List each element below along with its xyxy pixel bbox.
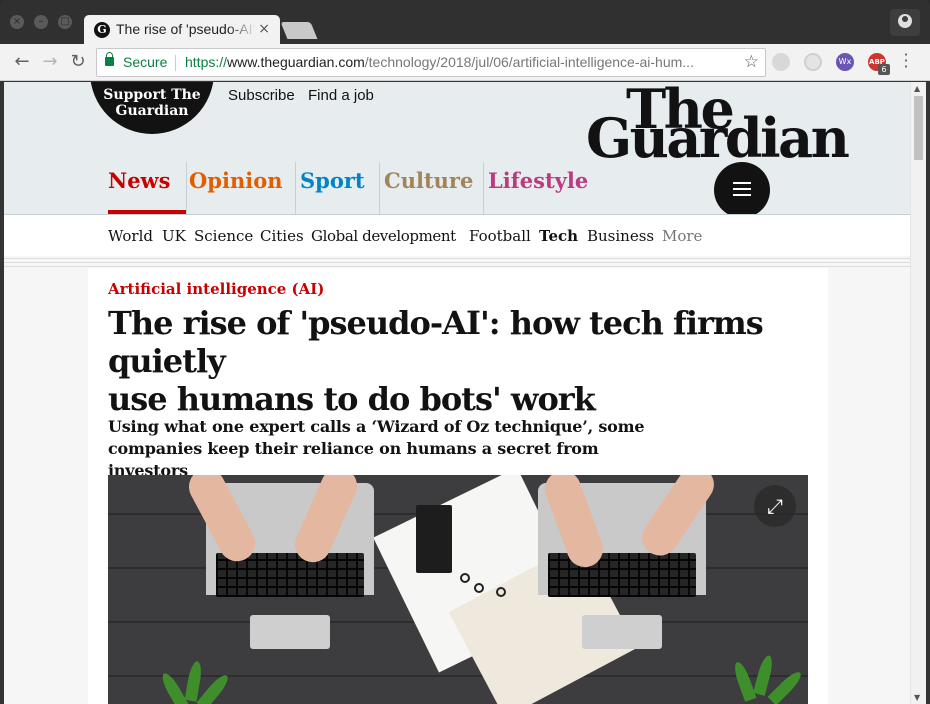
pillar-opinion-label: Opinion — [189, 168, 283, 193]
subnav-uk[interactable]: UK — [162, 227, 186, 245]
pillar-divider — [379, 162, 380, 214]
find-job-link[interactable]: Find a job — [308, 87, 374, 104]
plant-leaf — [767, 668, 805, 704]
pillar-news-label: News — [108, 168, 171, 193]
pillar-news[interactable]: News — [108, 168, 186, 214]
page-scrollbar[interactable]: ▲ ▼ — [910, 82, 926, 704]
laptop-trackpad — [582, 615, 662, 649]
laptop-trackpad — [250, 615, 330, 649]
subnav-global-development[interactable]: Global development — [311, 227, 456, 245]
desk-plank — [108, 675, 808, 677]
header-rule — [4, 266, 910, 267]
article-headline: The rise of 'pseudo-AI': how tech firms … — [108, 304, 818, 418]
support-link[interactable]: Support The Guardian — [90, 87, 214, 119]
url-text[interactable]: https://www.theguardian.com/technology/2… — [185, 54, 737, 70]
header-rule — [4, 258, 910, 259]
standfirst-line-1: Using what one expert calls a ‘Wizard of… — [108, 417, 645, 436]
subnav-world[interactable]: World — [108, 227, 153, 245]
page-viewport: Support The Guardian Subscribe Find a jo… — [4, 82, 910, 704]
hamburger-icon-bar — [733, 188, 751, 190]
subnav-business[interactable]: Business — [587, 227, 654, 245]
pillar-lifestyle-label: Lifestyle — [488, 168, 589, 193]
header-rule — [4, 262, 910, 263]
guardian-header: Support The Guardian Subscribe Find a jo… — [4, 82, 910, 218]
support-line-1: Support The — [103, 87, 201, 103]
article-standfirst: Using what one expert calls a ‘Wizard of… — [108, 416, 668, 482]
window-right-edge — [926, 82, 930, 704]
logo-line-2: Guardian — [586, 106, 850, 170]
subnav-cities[interactable]: Cities — [260, 227, 304, 245]
notebook — [416, 505, 452, 573]
main-menu-button[interactable] — [714, 162, 770, 218]
guardian-favicon-icon: G — [94, 22, 110, 38]
extension-wx-icon[interactable]: Wx — [836, 53, 854, 71]
support-line-2: Guardian — [115, 103, 189, 119]
adblock-count-badge: 6 — [878, 64, 890, 75]
lock-icon — [105, 52, 114, 66]
forward-button[interactable]: → — [38, 50, 62, 74]
expand-icon[interactable]: ⤢ — [754, 485, 796, 527]
binder-clip — [496, 587, 506, 597]
browser-toolbar: ← → ↻ Secure https://www.theguardian.com… — [0, 44, 930, 81]
security-label: Secure — [123, 54, 168, 70]
user-icon — [898, 14, 912, 28]
window-minimize-button[interactable]: – — [34, 15, 48, 29]
scroll-down-arrow-icon[interactable]: ▼ — [914, 693, 920, 702]
browser-window: × – □ G The rise of 'pseudo-AI': how tec… — [0, 0, 930, 704]
profile-button[interactable] — [890, 9, 920, 36]
headline-line-1: The rise of 'pseudo-AI': how tech firms … — [108, 304, 764, 380]
sub-navigation: World UK Science Cities Global developme… — [4, 214, 910, 256]
reload-button[interactable]: ↻ — [66, 50, 90, 74]
hamburger-icon-bar — [733, 182, 751, 184]
pillar-divider — [483, 162, 484, 214]
url-path: /technology/2018/jul/06/artificial-intel… — [364, 54, 694, 70]
extension-leaf-icon[interactable] — [772, 53, 790, 71]
extension-circle-icon[interactable] — [804, 53, 822, 71]
subnav-science[interactable]: Science — [194, 227, 253, 245]
hamburger-icon-bar — [733, 194, 751, 196]
hero-image: ⤢ — [108, 475, 808, 704]
binder-clip — [460, 573, 470, 583]
bookmark-star-icon[interactable]: ☆ — [744, 52, 759, 72]
window-maximize-button[interactable]: □ — [58, 15, 72, 29]
browser-menu-icon[interactable]: · · · — [902, 47, 910, 75]
tab-close-icon[interactable]: × — [258, 21, 270, 37]
title-bar: × – □ G The rise of 'pseudo-AI': how tec… — [0, 0, 930, 45]
tab-active[interactable]: G The rise of 'pseudo-AI': how tech firm… — [84, 15, 280, 45]
pillar-sport-label: Sport — [300, 168, 365, 193]
section-kicker[interactable]: Artificial intelligence (AI) — [108, 280, 324, 298]
subnav-tech[interactable]: Tech — [539, 227, 578, 245]
omnibox-divider — [175, 55, 176, 71]
subnav-more[interactable]: More — [662, 227, 702, 245]
article: Artificial intelligence (AI) The rise of… — [88, 268, 828, 704]
plant-leaf — [731, 660, 757, 702]
window-close-button[interactable]: × — [10, 15, 24, 29]
back-button[interactable]: ← — [10, 50, 34, 74]
url-host: www.theguardian.com — [227, 54, 365, 70]
pillar-divider — [295, 162, 296, 214]
scroll-up-arrow-icon[interactable]: ▲ — [914, 84, 920, 93]
pillar-culture-label: Culture — [384, 168, 474, 193]
url-scheme: https:// — [185, 54, 228, 70]
binder-clip — [474, 583, 484, 593]
address-bar[interactable]: Secure https://www.theguardian.com/techn… — [96, 48, 766, 77]
subscribe-link[interactable]: Subscribe — [228, 87, 295, 104]
new-tab-button[interactable] — [280, 22, 318, 39]
tab-title: The rise of 'pseudo-AI': how tech firms … — [116, 21, 256, 37]
pillar-divider — [186, 162, 187, 214]
scroll-thumb[interactable] — [914, 96, 923, 160]
headline-line-2: use humans to do bots' work — [108, 380, 596, 418]
subnav-football[interactable]: Football — [469, 227, 531, 245]
